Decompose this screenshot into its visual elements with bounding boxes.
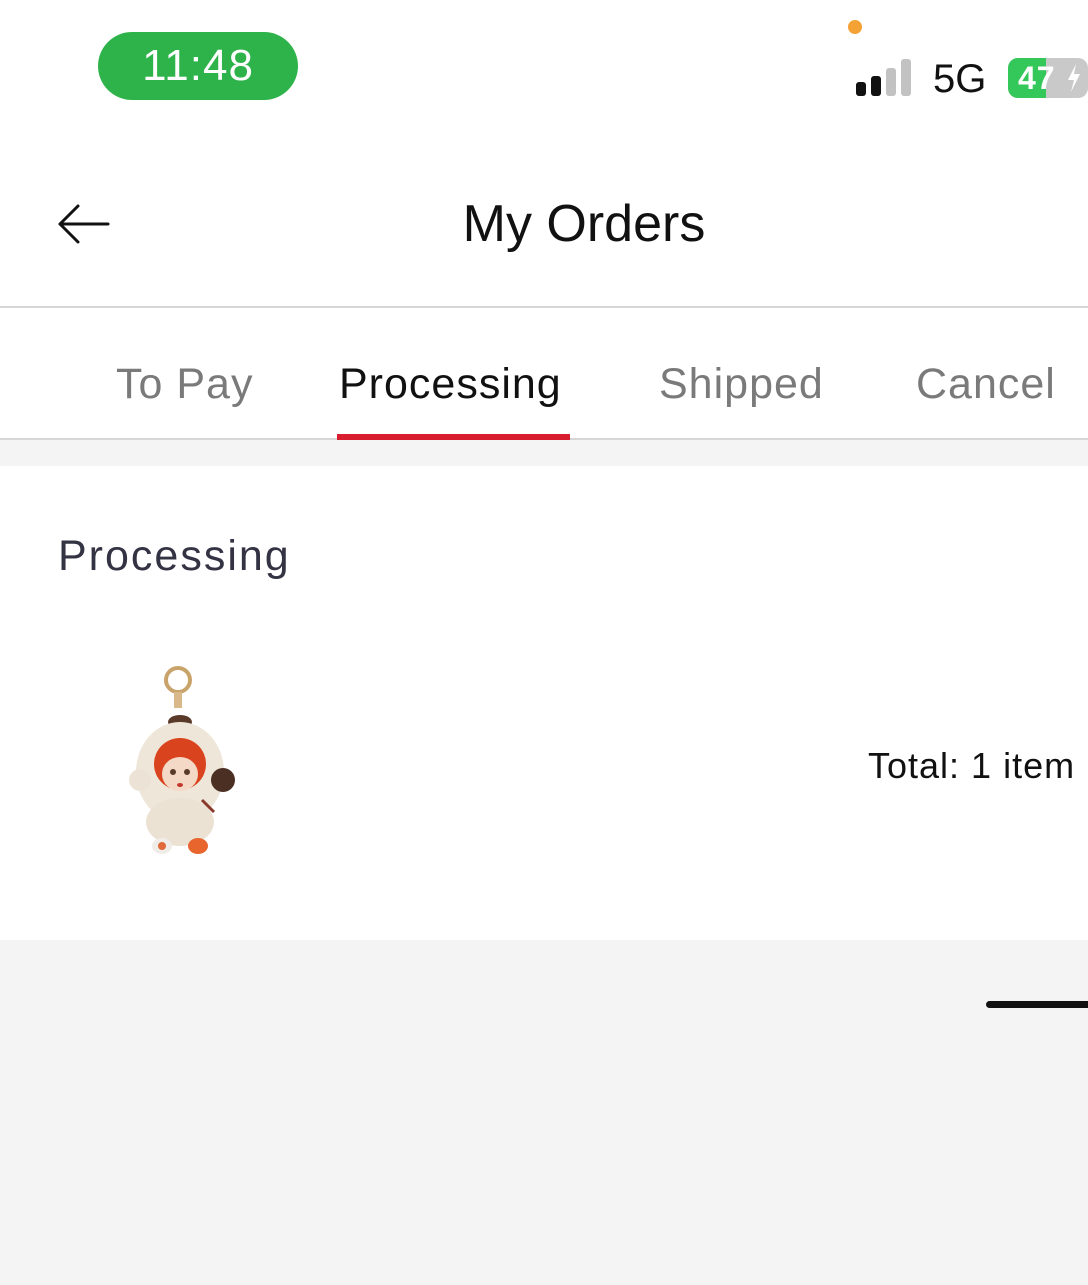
order-status-tabs: To Pay Processing Shipped Cancel bbox=[0, 308, 1088, 440]
status-time: 11:48 bbox=[98, 32, 298, 100]
order-card[interactable]: Processing Total: 1 item bbox=[0, 466, 1088, 940]
home-indicator bbox=[986, 1001, 1088, 1008]
page-header: My Orders bbox=[0, 140, 1088, 308]
battery-level: 47 bbox=[1018, 60, 1056, 96]
page-title: My Orders bbox=[0, 192, 1088, 256]
active-tab-underline bbox=[337, 434, 570, 440]
cellular-signal-icon bbox=[856, 58, 916, 96]
order-status-label: Processing bbox=[58, 532, 291, 580]
network-type: 5G bbox=[933, 57, 987, 101]
battery-icon: 47 bbox=[1008, 58, 1088, 98]
tab-shipped[interactable]: Shipped bbox=[659, 356, 824, 412]
privacy-indicator-dot bbox=[848, 20, 862, 34]
tab-to-pay[interactable]: To Pay bbox=[116, 356, 253, 412]
tab-processing[interactable]: Processing bbox=[339, 356, 562, 412]
tab-cancel[interactable]: Cancel bbox=[916, 356, 1056, 412]
status-bar: 11:48 5G 47 bbox=[0, 0, 1088, 140]
charging-bolt-icon bbox=[1068, 64, 1080, 92]
page-title-text: My Orders bbox=[462, 195, 706, 253]
doll-keychain-thumbnail bbox=[129, 666, 235, 854]
order-total: Total: 1 item bbox=[868, 745, 1076, 786]
product-thumbnail[interactable] bbox=[110, 662, 260, 862]
